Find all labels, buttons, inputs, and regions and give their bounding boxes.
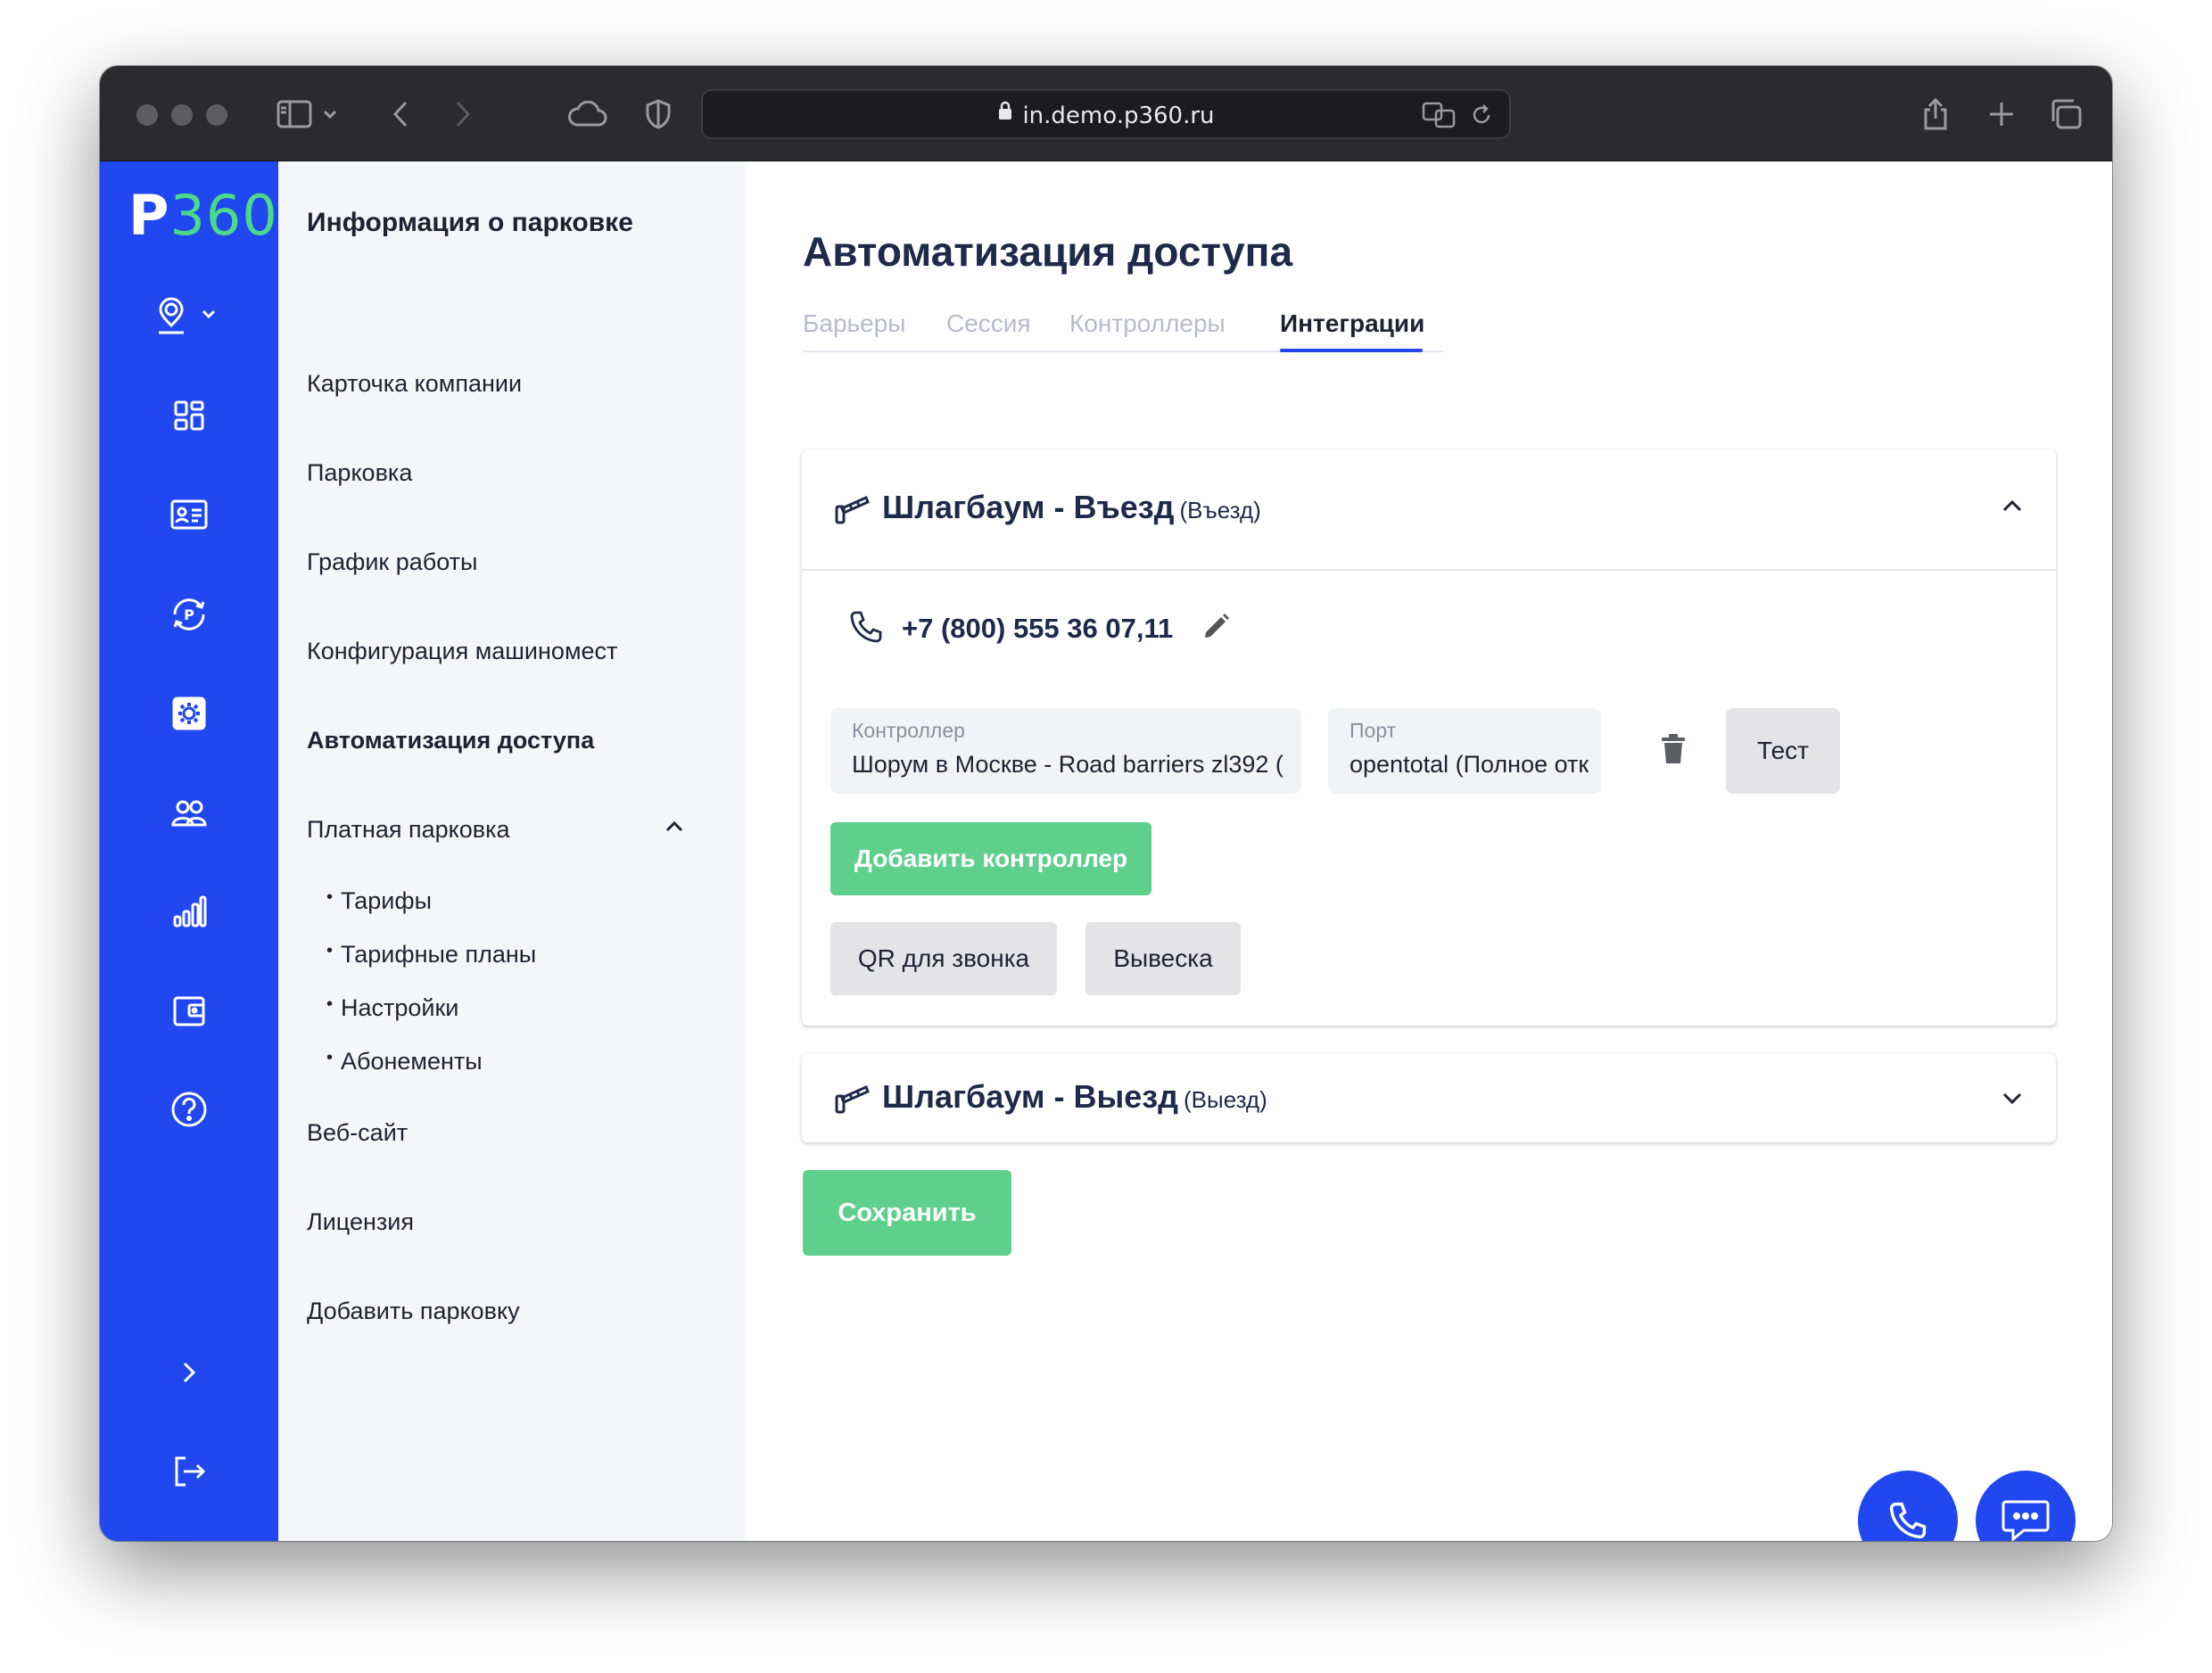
menu-subitem-tariffs[interactable]: Тарифы — [326, 887, 432, 915]
parking-cycle-icon[interactable]: P — [100, 588, 278, 641]
tab-controllers[interactable]: Контроллеры — [1069, 309, 1226, 338]
entry-card-header[interactable]: Шлагбаум - Въезд (Въезд) — [802, 449, 2056, 569]
chat-fab-button[interactable] — [1976, 1471, 2076, 1541]
edit-pencil-icon[interactable] — [1200, 611, 1232, 647]
menu-item-license[interactable]: Лицензия — [307, 1208, 414, 1236]
left-rail: P360 P — [100, 161, 278, 1541]
tab-barriers[interactable]: Барьеры — [803, 309, 905, 338]
zoom-window-button[interactable] — [206, 104, 227, 126]
forward-button[interactable] — [450, 93, 476, 136]
lock-icon — [997, 89, 1013, 139]
menu-item-add-parking[interactable]: Добавить парковку — [307, 1298, 520, 1325]
close-window-button[interactable] — [136, 104, 158, 126]
port-select[interactable]: Порт opentotal (Полное отк — [1328, 708, 1601, 794]
svg-text:P: P — [184, 606, 194, 623]
tab-session[interactable]: Сессия — [946, 309, 1031, 338]
chevron-down-icon[interactable] — [321, 93, 339, 136]
settings-gear-icon[interactable] — [100, 687, 278, 740]
controller-value: Шорум в Москве - Road barriers zl392 ( — [852, 751, 1283, 778]
menu-item-website[interactable]: Веб-сайт — [307, 1119, 408, 1147]
entry-barrier-card: Шлагбаум - Въезд (Въезд) +7 (800) 555 36 … — [802, 449, 2056, 1026]
icloud-icon[interactable] — [565, 93, 608, 136]
main-content: Автоматизация доступа Барьеры Сессия Кон… — [745, 161, 2112, 1541]
phone-row: +7 (800) 555 36 07,11 — [848, 606, 1232, 651]
controller-select[interactable]: Контроллер Шорум в Москве - Road barrier… — [830, 708, 1301, 794]
call-fab-button[interactable] — [1858, 1471, 1958, 1541]
card-divider — [802, 569, 2056, 571]
port-label: Порт — [1349, 719, 1397, 742]
save-button[interactable]: Сохранить — [803, 1170, 1011, 1256]
address-bar[interactable]: in.demo.p360.ru — [701, 89, 1511, 139]
chevron-up-icon[interactable] — [664, 820, 685, 838]
browser-toolbar: in.demo.p360.ru — [100, 66, 2112, 161]
reload-icon[interactable] — [1470, 103, 1493, 131]
stats-bars-icon[interactable] — [100, 885, 278, 938]
menu-subitem-tariff-plans[interactable]: Тарифные планы — [326, 941, 536, 968]
location-dropdown[interactable] — [100, 290, 278, 343]
collapse-chevron-icon[interactable] — [2001, 498, 2024, 518]
parking-info-menu: Информация о парковке Карточка компании … — [278, 161, 745, 1541]
menu-item-spaces-config[interactable]: Конфигурация машиномест — [307, 638, 617, 665]
exit-card-title: Шлагбаум - Выезд (Выезд) — [882, 1078, 1267, 1115]
back-button[interactable] — [387, 93, 414, 136]
page-title: Автоматизация доступа — [803, 228, 1293, 275]
phone-icon — [848, 609, 884, 649]
p360-logo[interactable]: P360 — [128, 183, 278, 248]
active-tab-indicator — [1280, 349, 1423, 352]
menu-item-company-card[interactable]: Карточка компании — [307, 370, 522, 398]
add-controller-button[interactable]: Добавить контроллер — [830, 822, 1151, 895]
sidebar-toggle-icon[interactable] — [275, 93, 314, 136]
trash-icon[interactable] — [1660, 733, 1687, 770]
controller-label: Контроллер — [852, 719, 965, 742]
new-tab-icon[interactable] — [1985, 93, 2018, 136]
dashboard-icon[interactable] — [100, 389, 278, 442]
menu-item-schedule[interactable]: График работы — [307, 548, 477, 576]
expand-chevron-icon[interactable] — [100, 1346, 278, 1399]
barrier-gate-icon — [834, 492, 870, 529]
menu-item-paid-parking[interactable]: Платная парковка — [307, 816, 510, 844]
tab-integrations[interactable]: Интеграции — [1280, 309, 1424, 338]
expand-chevron-icon[interactable] — [2001, 1091, 2024, 1111]
barrier-gate-icon — [834, 1082, 870, 1118]
minimize-window-button[interactable] — [171, 104, 193, 126]
menu-subitem-settings[interactable]: Настройки — [326, 994, 458, 1022]
help-icon[interactable] — [100, 1083, 278, 1136]
test-button[interactable]: Тест — [1726, 708, 1840, 794]
privacy-shield-icon[interactable] — [642, 93, 674, 136]
menu-item-access-automation[interactable]: Автоматизация доступа — [307, 727, 594, 754]
signboard-button[interactable]: Вывеска — [1085, 922, 1241, 995]
wallet-icon[interactable] — [100, 984, 278, 1037]
tab-overview-icon[interactable] — [2048, 93, 2084, 136]
port-value: opentotal (Полное отк — [1349, 751, 1589, 778]
id-card-icon[interactable] — [100, 488, 278, 541]
users-group-icon[interactable] — [100, 786, 278, 839]
phone-number: +7 (800) 555 36 07,11 — [902, 613, 1174, 644]
submenu-title: Информация о парковке — [307, 208, 633, 237]
menu-item-parking[interactable]: Парковка — [307, 459, 412, 487]
tab-bar: Барьеры Сессия Контроллеры Интеграции — [803, 304, 1443, 352]
exit-barrier-card[interactable]: Шлагбаум - Выезд (Выезд) — [802, 1053, 2056, 1142]
share-icon[interactable] — [1919, 93, 1952, 136]
url-text: in.demo.p360.ru — [1022, 103, 1215, 129]
translate-icon[interactable] — [1422, 102, 1456, 133]
entry-card-title: Шлагбаум - Въезд (Въезд) — [882, 489, 1261, 525]
menu-subitem-subscriptions[interactable]: Абонементы — [326, 1048, 483, 1076]
logout-icon[interactable] — [100, 1445, 278, 1498]
qr-call-button[interactable]: QR для звонка — [830, 922, 1057, 995]
browser-window: in.demo.p360.ru P360 P Информация о парк… — [100, 66, 2112, 1541]
